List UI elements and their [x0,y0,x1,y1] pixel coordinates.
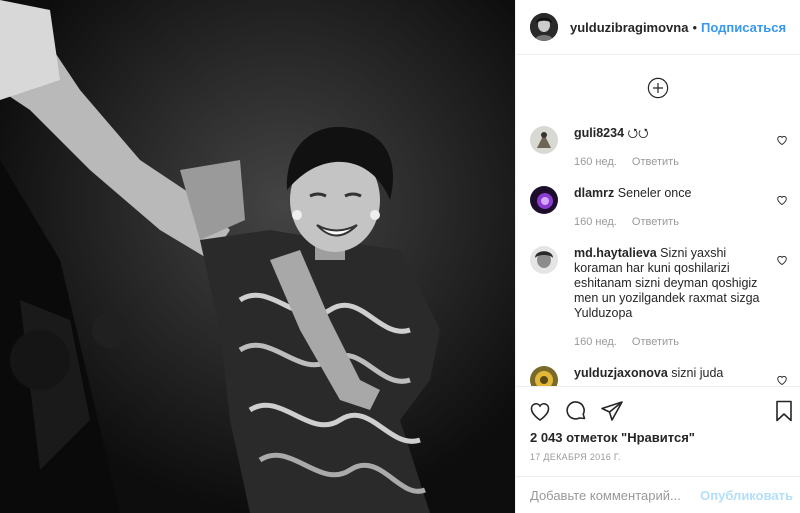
heart-icon[interactable] [528,399,552,423]
header-separator: • [692,19,698,35]
comment-item: md.haytalieva Sizni yaxshi koraman har k… [530,246,788,350]
post-actions: 2 043 отметок "Нравится" 17 ДЕКАБРЯ 2016… [516,386,800,513]
add-comment-row: Опубликовать [516,476,800,513]
comment-username[interactable]: yulduzjaxonova [574,366,668,380]
post-date[interactable]: 17 ДЕКАБРЯ 2016 Г. [530,452,621,462]
commenter-avatar[interactable] [530,246,558,274]
comment-text: ⭯⭯ [627,126,649,140]
photo-illustration [0,0,515,513]
comment-age: 160 нед. [574,156,617,168]
reply-button[interactable]: Ответить [632,336,679,348]
post-photo[interactable] [0,0,515,513]
commenter-avatar-image [530,186,558,214]
share-icon[interactable] [600,399,624,423]
author-avatar[interactable] [530,13,558,41]
commenter-avatar[interactable] [530,126,558,154]
comment-like-icon[interactable] [776,254,788,266]
comment-text: Seneler once [617,186,692,200]
likes-count[interactable]: 2 043 отметок "Нравится" [530,430,695,445]
comment-like-icon[interactable] [776,194,788,206]
commenter-avatar[interactable] [530,186,558,214]
commenter-avatar-image [530,126,558,154]
load-more-icon[interactable] [647,77,669,99]
comment-username[interactable]: md.haytalieva [574,246,657,260]
comment-like-icon[interactable] [776,374,788,386]
comment-item: dlamrz Seneler once 160 нед. Ответить [530,186,788,230]
commenter-avatar-image [530,246,558,274]
comments-list[interactable]: guli8234 ⭯⭯ 160 нед. Ответить dlamrz Sen… [516,56,800,386]
reply-button[interactable]: Ответить [632,156,679,168]
comment-like-icon[interactable] [776,134,788,146]
comment-text: sizni juda [671,366,724,380]
post-header: yulduzibragimovna • Подписаться [516,0,800,55]
comment-item: guli8234 ⭯⭯ 160 нед. Ответить [530,126,788,170]
publish-button[interactable]: Опубликовать [700,488,793,503]
follow-button[interactable]: Подписаться [701,20,786,35]
bookmark-icon[interactable] [772,399,796,423]
comment-input[interactable] [530,488,710,503]
comment-age: 160 нед. [574,336,617,348]
post-dialog: yulduzibragimovna • Подписаться guli8234… [0,0,800,513]
author-username[interactable]: yulduzibragimovna [570,20,688,35]
side-panel: yulduzibragimovna • Подписаться guli8234… [515,0,800,513]
commenter-avatar[interactable] [530,366,558,386]
comment-icon[interactable] [564,399,588,423]
reply-button[interactable]: Ответить [632,216,679,228]
comment-username[interactable]: guli8234 [574,126,624,140]
commenter-avatar-image [530,366,558,386]
comment-item: yulduzjaxonova sizni juda [530,366,788,386]
comment-username[interactable]: dlamrz [574,186,614,200]
action-icons-row [516,387,800,433]
comment-age: 160 нед. [574,216,617,228]
author-avatar-image [530,13,558,41]
